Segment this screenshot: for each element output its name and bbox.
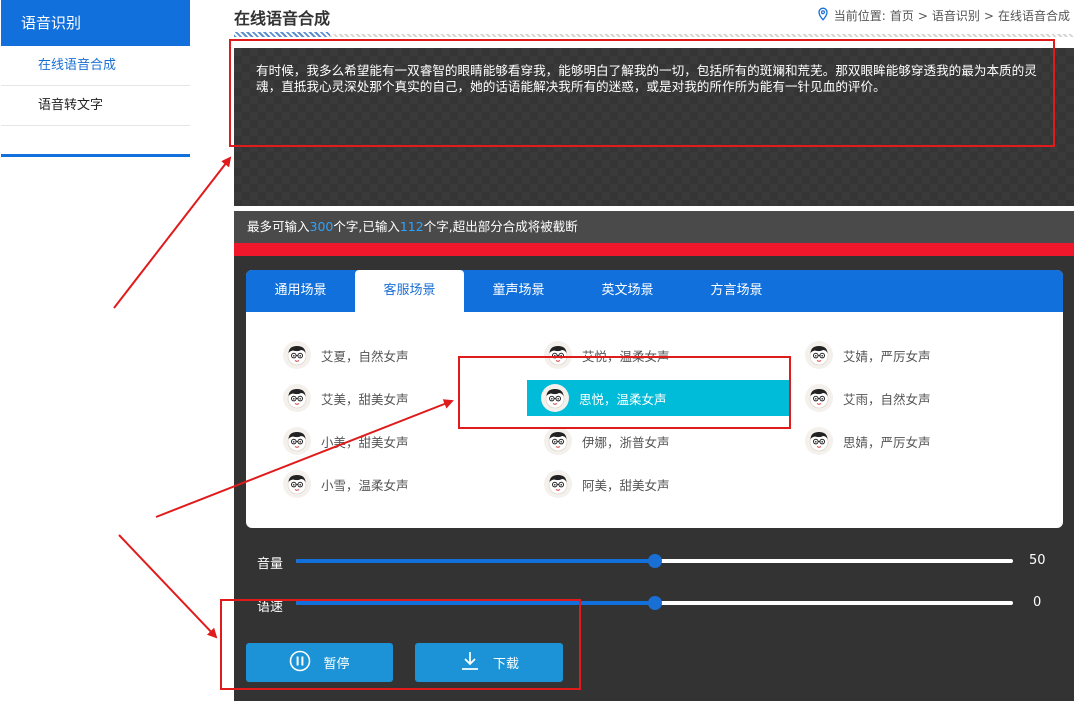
breadcrumb-current: 在线语音合成 (997, 9, 1070, 23)
avatar-icon (805, 427, 833, 455)
title-divider (330, 34, 1074, 37)
sidebar-bottom-border (1, 154, 190, 157)
voice-option-label: 阿美，甜美女声 (582, 477, 670, 493)
breadcrumb-separator: > (917, 8, 928, 23)
speed-value: 0 (1033, 595, 1042, 610)
avatar-icon (805, 384, 833, 412)
annotation-arrow (118, 534, 218, 639)
speed-slider-thumb[interactable] (647, 596, 662, 610)
voice-option-label: 艾婧，严厉女声 (843, 348, 931, 364)
voice-option[interactable]: 阿美，甜美女声 (511, 466, 773, 502)
avatar-icon (283, 341, 311, 369)
annotation-box-text (229, 39, 1055, 147)
warning-bar (234, 243, 1074, 256)
voice-option-label: 艾雨，自然女声 (843, 391, 931, 407)
volume-slider-fill (296, 559, 655, 563)
annotation-box-voice (458, 356, 791, 429)
avatar-icon (805, 341, 833, 369)
page-title: 在线语音合成 (234, 9, 331, 28)
tab-dialect[interactable]: 方言场景 (682, 270, 791, 312)
volume-value: 50 (1029, 553, 1046, 568)
annotation-arrow (113, 156, 232, 309)
breadcrumb-home[interactable]: 首页 (890, 7, 914, 24)
avatar-icon (283, 470, 311, 498)
avatar-icon (283, 427, 311, 455)
info-suffix: 个字,超出部分合成将被截断 (423, 219, 578, 234)
scene-tabs: 通用场景 客服场景 童声场景 英文场景 方言场景 (246, 270, 1063, 312)
sidebar: 语音识别 在线语音合成 语音转文字 (1, 0, 190, 157)
max-char-count: 300 (309, 219, 334, 234)
voice-option[interactable]: 艾雨，自然女声 (772, 380, 1034, 416)
location-pin-icon (816, 7, 830, 24)
volume-slider-thumb[interactable] (647, 554, 662, 568)
title-stripe (234, 32, 330, 37)
tab-general[interactable]: 通用场景 (246, 270, 355, 312)
input-char-count: 112 (399, 219, 424, 234)
avatar-icon (283, 384, 311, 412)
annotation-box-buttons (220, 599, 581, 690)
breadcrumb-speech-recognition[interactable]: 语音识别 (932, 7, 980, 24)
avatar-icon (544, 427, 572, 455)
sidebar-title: 语音识别 (1, 0, 190, 46)
info-mid: 个字,已输入 (333, 219, 400, 234)
voice-option-label: 艾美，甜美女声 (321, 391, 409, 407)
voice-option-label: 小美，甜美女声 (321, 434, 409, 450)
volume-label: 音量 (257, 557, 284, 572)
avatar-icon (544, 470, 572, 498)
tab-customer-service[interactable]: 客服场景 (355, 270, 464, 312)
voice-option[interactable]: 艾婧，严厉女声 (772, 337, 1034, 373)
voice-option-label: 思婧，严厉女声 (843, 434, 931, 450)
voice-option-label: 艾夏，自然女声 (321, 348, 409, 364)
info-prefix: 最多可输入 (247, 219, 310, 234)
tab-child-voice[interactable]: 童声场景 (464, 270, 573, 312)
voice-option[interactable]: 思婧，严厉女声 (772, 423, 1034, 459)
voice-option-label: 小雪，温柔女声 (321, 477, 409, 493)
char-count-info: 最多可输入300个字,已输入112个字,超出部分合成将被截断 (234, 211, 1074, 243)
volume-slider[interactable] (296, 554, 1013, 568)
tab-english[interactable]: 英文场景 (573, 270, 682, 312)
sidebar-item-speech-to-text[interactable]: 语音转文字 (1, 86, 190, 126)
sidebar-item-online-tts[interactable]: 在线语音合成 (1, 46, 190, 86)
voice-option-label: 伊娜，浙普女声 (582, 434, 670, 450)
breadcrumb: 当前位置: 首页 > 语音识别 > 在线语音合成 (816, 7, 1070, 24)
voice-option[interactable]: 小雪，温柔女声 (250, 466, 512, 502)
breadcrumb-separator: > (983, 8, 994, 23)
breadcrumb-prefix: 当前位置: (833, 9, 886, 23)
